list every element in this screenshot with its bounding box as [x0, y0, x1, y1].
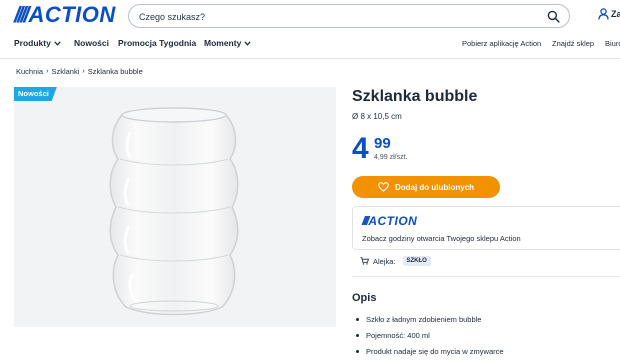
- price-per-unit: 4,99 zł/szt.: [374, 154, 408, 161]
- description-list: Szkło z ładnym zdobieniem bubble Pojemno…: [356, 311, 504, 359]
- price-decimal: 99: [374, 135, 391, 152]
- bullet: [356, 349, 359, 353]
- aisle-label: Alejka:: [373, 256, 396, 266]
- product-title: Szklanka bubble: [352, 88, 478, 105]
- nav-item-produkty[interactable]: Produkty: [14, 38, 61, 48]
- account-link[interactable]: Za: [611, 9, 620, 19]
- nav-item-label: Produkty: [14, 38, 51, 48]
- store-logo: //// ACTION: [362, 214, 417, 228]
- bullet: [356, 333, 359, 337]
- heart-icon: [378, 182, 389, 192]
- breadcrumb-item[interactable]: Kuchnia: [16, 67, 43, 76]
- nav-item-label: Nowości: [74, 38, 109, 48]
- list-item-text: Produkt nadaje się do mycia w zmywarce: [366, 346, 504, 356]
- header-divider: [0, 58, 620, 59]
- breadcrumb-item[interactable]: Szklanki: [51, 67, 79, 76]
- favorite-button-label: Dodaj do ulubionych: [394, 182, 475, 192]
- logo-text: ACTION: [28, 2, 116, 27]
- breadcrumb-current: Szklanka bubble: [87, 67, 143, 76]
- logo-slashes: ////: [14, 2, 30, 27]
- nav-link-app[interactable]: Pobierz aplikację Action: [462, 39, 541, 48]
- nav-item-label: Momenty: [204, 38, 242, 48]
- product-dimensions: Ø 8 x 10,5 cm: [352, 112, 402, 121]
- new-badge: Nowości: [14, 87, 57, 101]
- nav-link-office[interactable]: Biuro: [605, 39, 620, 48]
- list-item-text: Pojemność: 400 ml: [366, 330, 430, 340]
- logo-text: ACTION: [368, 214, 418, 228]
- store-info-box: //// ACTION Zobacz godziny otwarcia Twoj…: [352, 206, 620, 250]
- nav-item-momenty[interactable]: Momenty: [204, 38, 251, 48]
- list-item: Pojemność: 400 ml: [356, 327, 504, 343]
- nav-item-nowosci[interactable]: Nowości: [74, 38, 109, 48]
- list-item-text: Szkło z ładnym zdobieniem bubble: [366, 314, 482, 324]
- breadcrumb: Kuchnia › Szklanki › Szklanka bubble: [16, 67, 143, 76]
- glass-image: [109, 107, 239, 316]
- cart-icon: [360, 257, 369, 265]
- main-nav: Produkty Nowości Promocja Tygodnia Momen…: [0, 36, 620, 52]
- aisle-badge: SZKŁO: [402, 256, 431, 266]
- section-divider: [352, 276, 620, 277]
- logo-slashes: ////: [362, 214, 369, 228]
- description-title: Opis: [352, 292, 377, 304]
- search-bar: [128, 4, 570, 28]
- add-to-favorites-button[interactable]: Dodaj do ulubionych: [352, 176, 500, 198]
- nav-link-find-store[interactable]: Znajdź sklep: [552, 39, 594, 48]
- list-item: Szkło z ładnym zdobieniem bubble: [356, 311, 504, 327]
- breadcrumb-separator: ›: [46, 68, 49, 75]
- aisle-info: Alejka: SZKŁO: [360, 256, 431, 266]
- nav-item-label: Promocja Tygodnia: [118, 38, 197, 48]
- search-icon[interactable]: [547, 10, 560, 23]
- list-item: Produkt nadaje się do mycia w zmywarce: [356, 343, 504, 359]
- action-logo[interactable]: //// ACTION: [14, 2, 116, 27]
- price-integer: 4: [352, 132, 369, 165]
- search-input[interactable]: [139, 8, 519, 25]
- chevron-down-icon: [54, 40, 61, 46]
- chevron-down-icon: [244, 40, 251, 46]
- user-icon[interactable]: [598, 8, 609, 20]
- breadcrumb-separator: ›: [82, 68, 85, 75]
- site-header: //// ACTION Za: [0, 0, 620, 33]
- product-image[interactable]: Nowości: [14, 87, 336, 327]
- nav-item-promocja-tygodnia[interactable]: Promocja Tygodnia: [118, 38, 196, 48]
- store-hours-link[interactable]: Zobacz godziny otwarcia Twojego sklepu A…: [362, 234, 521, 243]
- bullet: [356, 317, 359, 321]
